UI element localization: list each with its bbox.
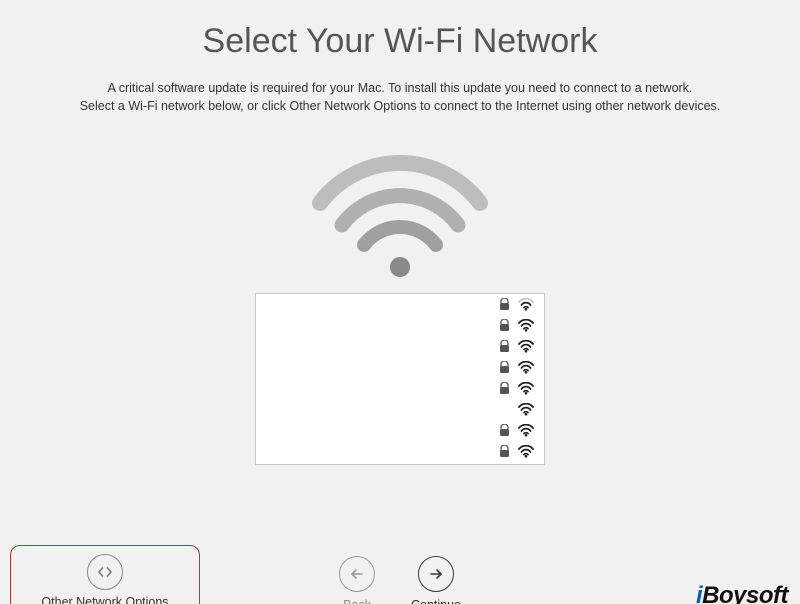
wifi-signal-icon — [518, 340, 534, 353]
network-row[interactable] — [256, 294, 544, 315]
watermark-logo: iBoysoft — [696, 582, 788, 604]
page-subtitle: A critical software update is required f… — [0, 79, 800, 115]
continue-label: Continue — [411, 598, 461, 604]
continue-button[interactable]: Continue — [411, 556, 461, 604]
wifi-signal-icon — [518, 403, 534, 416]
network-row[interactable] — [256, 315, 544, 336]
wifi-signal-icon — [518, 319, 534, 332]
subtitle-line-2: Select a Wi-Fi network below, or click O… — [80, 99, 721, 113]
back-button[interactable]: Back — [339, 556, 375, 604]
lock-icon — [499, 424, 510, 437]
back-label: Back — [343, 598, 371, 604]
page-title: Select Your Wi-Fi Network — [0, 22, 800, 61]
other-network-options-button[interactable]: Other Network Options — [10, 545, 200, 604]
wifi-signal-icon — [518, 361, 534, 374]
wifi-signal-icon — [518, 424, 534, 437]
wifi-signal-icon — [518, 298, 534, 311]
network-row[interactable] — [256, 336, 544, 357]
arrow-right-icon — [418, 556, 454, 592]
subtitle-line-1: A critical software update is required f… — [108, 81, 693, 95]
wifi-signal-icon — [518, 445, 534, 458]
other-network-label: Other Network Options — [41, 595, 168, 604]
network-row[interactable] — [256, 399, 544, 420]
arrow-left-icon — [339, 556, 375, 592]
network-list[interactable] — [255, 293, 545, 465]
wifi-signal-icon — [518, 382, 534, 395]
other-network-icon — [87, 554, 123, 590]
lock-icon — [499, 340, 510, 353]
lock-icon — [499, 298, 510, 311]
network-row[interactable] — [256, 378, 544, 399]
network-row[interactable] — [256, 441, 544, 462]
wifi-hero-icon — [300, 143, 500, 283]
lock-icon — [499, 445, 510, 458]
network-row[interactable] — [256, 357, 544, 378]
lock-icon — [499, 382, 510, 395]
lock-icon — [499, 319, 510, 332]
lock-icon — [499, 361, 510, 374]
bottom-bar: Other Network Options Back — [0, 536, 800, 604]
network-row[interactable] — [256, 420, 544, 441]
